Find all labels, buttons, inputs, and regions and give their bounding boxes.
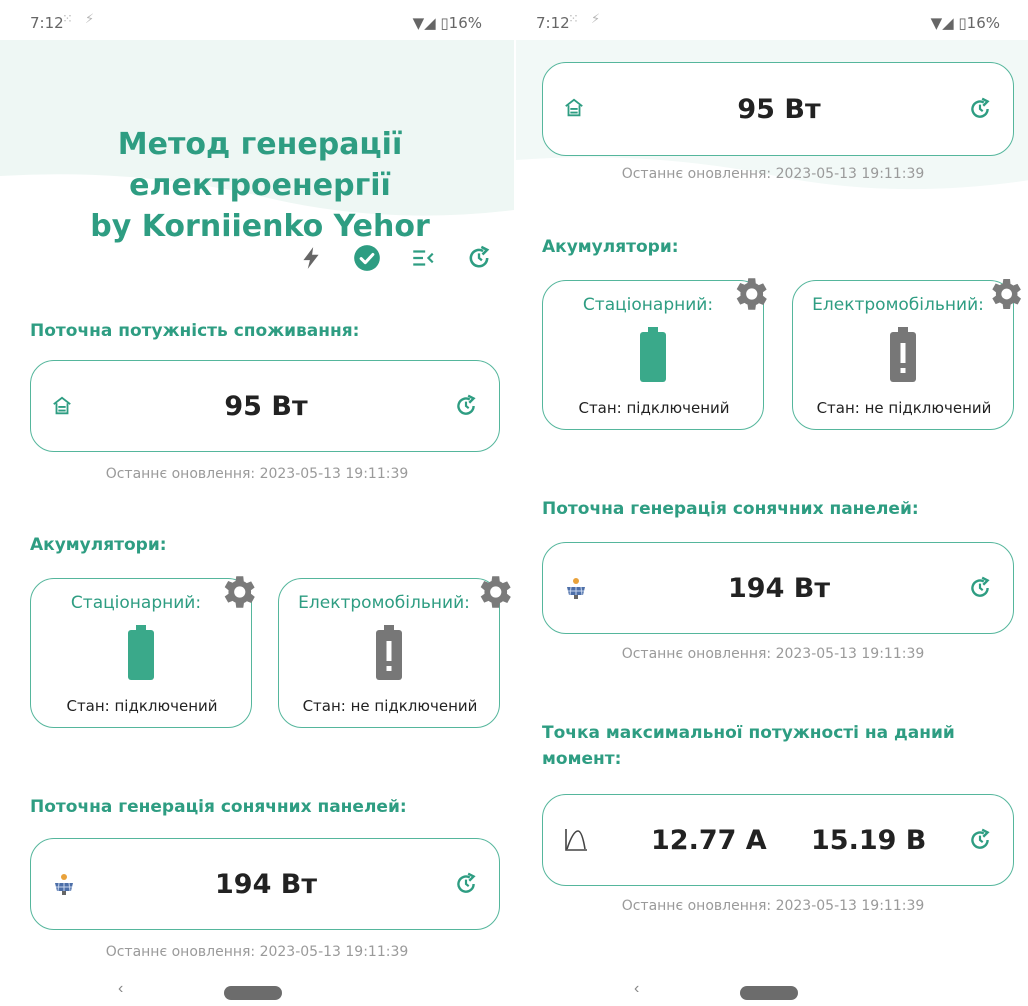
system-nav-bar: ‹ — [516, 976, 1028, 1006]
battery-alert-icon — [374, 625, 404, 686]
refresh-icon[interactable] — [453, 393, 479, 424]
consumption-card: 95 Вт — [542, 62, 1014, 156]
solar-updated: Останнє оновлення: 2023-05-13 19:11:39 — [105, 944, 409, 960]
status-battery-area: ▼◢ ▯16% — [412, 14, 482, 32]
toolbar — [296, 240, 494, 276]
section-accumulators-title: Акумулятори: — [542, 237, 679, 257]
refresh-icon[interactable] — [464, 243, 494, 273]
status-time: 7:12 — [536, 14, 570, 32]
system-nav-bar: ‹ — [0, 976, 514, 1006]
solar-updated: Останнє оновлення: 2023-05-13 19:11:39 — [621, 646, 925, 662]
accumulator-stationary-state: Стан: підключений — [66, 697, 218, 715]
consumption-card: 95 Вт — [30, 360, 500, 452]
solar-card: 194 Вт — [542, 542, 1014, 634]
status-bar: 7:12 ⁙ ⚡ ▼◢ ▯16% — [516, 8, 1028, 38]
home-pill[interactable] — [224, 986, 282, 1000]
accumulator-electromobile-card[interactable]: Електромобільний: Стан: не підключений — [792, 279, 1021, 430]
accumulator-electromobile-state: Стан: не підключений — [816, 399, 992, 417]
app-title: Метод генерації електроенергії by Kornii… — [20, 124, 500, 247]
battery-icon — [126, 625, 156, 686]
gear-icon[interactable] — [729, 273, 771, 320]
gear-icon[interactable] — [473, 571, 514, 618]
accumulator-electromobile-name: Електромобільний: — [812, 295, 984, 315]
section-solar-title: Поточна генерація сонячних панелей: — [542, 499, 919, 519]
battery-alert-icon — [888, 327, 918, 388]
status-battery-percent: 16% — [448, 14, 482, 32]
gear-icon[interactable] — [217, 571, 259, 618]
back-icon[interactable]: ‹ — [634, 980, 639, 998]
menu-collapse-icon[interactable] — [408, 243, 438, 273]
section-solar-title: Поточна генерація сонячних панелей: — [30, 797, 407, 817]
consumption-updated: Останнє оновлення: 2023-05-13 19:11:39 — [621, 166, 925, 182]
power-curve-icon — [563, 827, 589, 858]
gear-icon[interactable] — [985, 273, 1025, 320]
home-pill[interactable] — [740, 986, 798, 1000]
status-time: 7:12 — [30, 14, 64, 32]
refresh-icon[interactable] — [967, 575, 993, 606]
check-circle-icon[interactable] — [352, 243, 382, 273]
solar-value: 194 Вт — [728, 573, 830, 604]
section-accumulators-title: Акумулятори: — [30, 535, 167, 555]
consumption-updated: Останнє оновлення: 2023-05-13 19:11:39 — [105, 466, 409, 482]
accumulator-stationary-name: Стаціонарний: — [70, 593, 202, 613]
phone-screen-right: 7:12 ⁙ ⚡ ▼◢ ▯16% 95 Вт Останнє оновлення… — [516, 0, 1028, 1006]
mpp-updated: Останнє оновлення: 2023-05-13 19:11:39 — [621, 898, 925, 914]
mpp-card: 12.77 А 15.19 В — [542, 794, 1014, 886]
phone-screen-left: 7:12 ⁙ ⚡ ▼◢ ▯16% Метод генерації електро… — [0, 0, 514, 1006]
section-mpp-title: Точка максимальної потужності на даний м… — [542, 723, 955, 769]
back-icon[interactable]: ‹ — [118, 980, 123, 998]
accumulator-electromobile-card[interactable]: Електромобільний: Стан: не підключений — [278, 576, 511, 728]
consumption-value: 95 Вт — [737, 94, 821, 125]
status-battery-area: ▼◢ ▯16% — [930, 14, 1000, 32]
refresh-icon[interactable] — [967, 827, 993, 858]
mpp-voltage: 15.19 В — [811, 825, 927, 856]
accumulator-stationary-card[interactable]: Стаціонарний: Стан: підключений — [542, 278, 767, 430]
refresh-icon[interactable] — [453, 871, 479, 902]
accumulator-electromobile-name: Електромобільний: — [298, 593, 470, 613]
refresh-icon[interactable] — [967, 96, 993, 127]
accumulator-stationary-name: Стаціонарний: — [582, 295, 714, 315]
battery-icon — [638, 327, 668, 388]
accumulator-electromobile-state: Стан: не підключений — [302, 697, 478, 715]
solar-value: 194 Вт — [215, 869, 317, 900]
status-battery-percent: 16% — [966, 14, 1000, 32]
status-notification-icons: ⁙ ⚡ — [62, 12, 99, 27]
app-title-line1: Метод генерації електроенергії — [117, 127, 403, 203]
solar-card: 194 Вт — [30, 838, 500, 930]
consumption-value: 95 Вт — [224, 391, 308, 422]
screenshot-stage: 7:12 ⁙ ⚡ ▼◢ ▯16% Метод генерації електро… — [0, 0, 1028, 1006]
section-consumption-title: Поточна потужність споживання: — [30, 321, 360, 341]
lightning-icon[interactable] — [296, 243, 326, 273]
status-bar: 7:12 ⁙ ⚡ ▼◢ ▯16% — [0, 8, 514, 38]
accumulator-stationary-card[interactable]: Стаціонарний: Стан: підключений — [30, 576, 255, 728]
mpp-current: 12.77 А — [651, 825, 767, 856]
accumulator-stationary-state: Стан: підключений — [578, 399, 730, 417]
status-notification-icons: ⁙ ⚡ — [568, 12, 605, 27]
